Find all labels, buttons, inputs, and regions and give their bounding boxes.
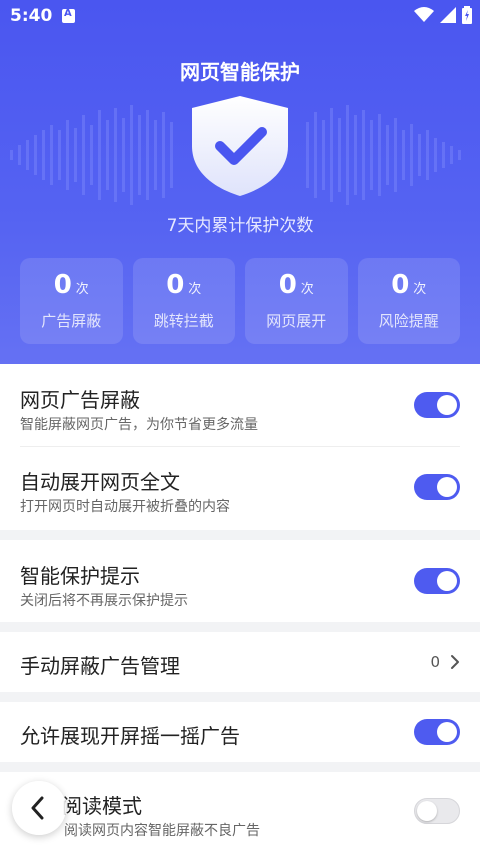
manual-block-count: 0 [430,653,440,671]
setting-label: 允许展现开屏摇一摇广告 [20,724,240,748]
setting-label: 自动展开网页全文 [20,470,180,494]
settings-group-shake: 允许展现开屏摇一摇广告 [0,702,480,762]
setting-label: 手动屏蔽广告管理 [20,654,180,678]
shield-check-icon [192,96,288,196]
stat-label: 广告屏蔽 [41,312,102,330]
setting-desc: 打开网页时自动展开被折叠的内容 [20,499,230,515]
stat-label: 网页展开 [266,312,327,330]
stat-value: 0 [53,270,72,300]
setting-desc: 阅读网页内容智能屏蔽不良广告 [64,823,260,839]
status-time: 5:40 [10,6,53,26]
stat-value: 0 [278,270,297,300]
setting-shake-ad: 允许展现开屏摇一摇广告 [0,702,480,762]
page-title: 网页智能保护 [180,60,300,84]
stat-value: 0 [391,270,410,300]
settings-group-reading: 阅读模式 阅读网页内容智能屏蔽不良广告 [0,772,480,853]
settings-group-content: 网页广告屏蔽 智能屏蔽网页广告，为你节省更多流量 自动展开网页全文 打开网页时自… [0,364,480,530]
stat-label: 风险提醒 [378,312,439,330]
stat-unit: 次 [300,282,314,297]
stat-risk-alert: 0次 风险提醒 [357,258,460,344]
stat-redirect-block: 0次 跳转拦截 [132,258,235,344]
setting-pure-read: 阅读模式 阅读网页内容智能屏蔽不良广告 [0,772,480,853]
toggle-knob [437,722,457,742]
setting-auto-expand: 自动展开网页全文 打开网页时自动展开被折叠的内容 [0,446,480,528]
manual-block-entry[interactable]: 手动屏蔽广告管理 0 [0,632,480,692]
settings-group-manual: 手动屏蔽广告管理 0 [0,632,480,692]
setting-protect-tip: 智能保护提示 关闭后将不再展示保护提示 [0,540,480,622]
chevron-right-icon [451,655,459,669]
status-bar: 5:40 [0,0,480,34]
stat-unit: 次 [75,282,89,297]
battery-icon [462,6,472,24]
stat-label: 跳转拦截 [153,312,214,330]
chevron-left-icon [31,796,44,820]
setting-label: 网页广告屏蔽 [20,388,140,412]
protection-count-caption: 7天内累计保护次数 [166,216,314,236]
toggle-knob [417,801,437,821]
header-banner: 5:40 网页智能保护 7天内累计保护次数 0次 广告屏蔽 0次 跳转拦截 [0,0,480,364]
ad-block-toggle[interactable] [414,392,460,418]
signal-icon [440,7,456,23]
stat-unit: 次 [188,282,202,297]
setting-desc: 关闭后将不再展示保护提示 [20,593,188,609]
stat-ad-block: 0次 广告屏蔽 [20,258,123,344]
toggle-knob [437,571,457,591]
setting-desc: 智能屏蔽网页广告，为你节省更多流量 [20,417,258,433]
stat-page-expand: 0次 网页展开 [245,258,348,344]
stat-unit: 次 [413,282,427,297]
stats-panel: 0次 广告屏蔽 0次 跳转拦截 0次 网页展开 0次 风险提醒 [20,258,460,344]
settings-group-tips: 智能保护提示 关闭后将不再展示保护提示 [0,540,480,622]
toggle-knob [437,395,457,415]
auto-expand-toggle[interactable] [414,474,460,500]
back-button[interactable] [12,781,66,835]
wifi-icon [414,7,434,22]
stat-value: 0 [166,270,185,300]
toggle-knob [437,477,457,497]
notification-icon [62,8,75,23]
pure-read-toggle[interactable] [414,798,460,824]
shake-ad-toggle[interactable] [414,719,460,745]
setting-ad-block: 网页广告屏蔽 智能屏蔽网页广告，为你节省更多流量 [0,364,480,446]
setting-label: 智能保护提示 [20,564,140,588]
protect-tip-toggle[interactable] [414,568,460,594]
setting-label: 阅读模式 [62,794,142,818]
